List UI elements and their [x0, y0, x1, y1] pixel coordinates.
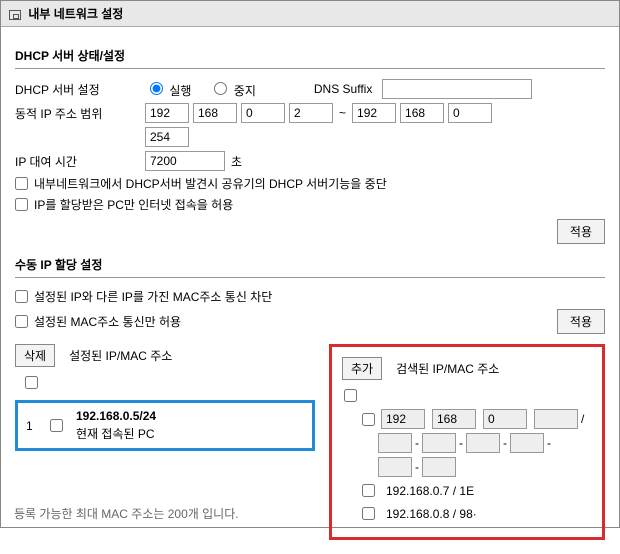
- page-title: 내부 네트워크 설정: [28, 7, 123, 21]
- label-lease-time: IP 대여 시간: [15, 153, 145, 170]
- row-checkbox[interactable]: [50, 419, 63, 432]
- title-bar: 내부 네트워크 설정: [1, 1, 619, 27]
- label-seconds: 초: [231, 153, 242, 170]
- label-dhcp-server: DHCP 서버 설정: [15, 81, 145, 98]
- configured-header: 설정된 IP/MAC 주소: [69, 347, 172, 364]
- apply-button-2[interactable]: 적용: [557, 309, 605, 334]
- chk-allow-only-dhcp[interactable]: [15, 198, 28, 211]
- discovered-panel: 추가 검색된 IP/MAC 주소 / - -: [329, 344, 605, 540]
- range-end-3[interactable]: [145, 127, 189, 147]
- chk-allow-only-dhcp-label: IP를 할당받은 PC만 인터넷 접속을 허용: [34, 196, 233, 213]
- mac-2[interactable]: [466, 433, 500, 453]
- found-row-1[interactable]: 192.168.0.8 / 98·: [358, 504, 592, 523]
- range-start-0[interactable]: [145, 103, 189, 123]
- add-button[interactable]: 추가: [342, 357, 382, 380]
- label-dns-suffix: DNS Suffix: [314, 82, 372, 96]
- mac-4[interactable]: [378, 457, 412, 477]
- chk-allow-only-mac-label: 설정된 MAC주소 통신만 허용: [34, 313, 181, 330]
- input-dns-suffix[interactable]: [382, 79, 532, 99]
- section-manual-title: 수동 IP 할당 설정: [15, 256, 605, 278]
- row-ip: 192.168.0.5/24: [76, 409, 156, 423]
- found-check-0[interactable]: [362, 484, 375, 497]
- mac-3[interactable]: [510, 433, 544, 453]
- row-desc: 현재 접속된 PC: [76, 425, 156, 442]
- row-number: 1: [26, 419, 36, 433]
- discovered-header: 검색된 IP/MAC 주소: [396, 360, 499, 377]
- radio-stop[interactable]: [214, 82, 227, 95]
- search-ip-1[interactable]: [432, 409, 476, 429]
- range-start-2[interactable]: [241, 103, 285, 123]
- window-icon: [9, 10, 21, 20]
- chk-disable-on-discover[interactable]: [15, 177, 28, 190]
- chk-block-other-mac[interactable]: [15, 290, 28, 303]
- mac-0[interactable]: [378, 433, 412, 453]
- section-dhcp-title: DHCP 서버 상태/설정: [15, 47, 605, 69]
- chk-block-other-mac-label: 설정된 IP와 다른 IP를 가진 MAC주소 통신 차단: [34, 288, 272, 305]
- new-entry-check[interactable]: [362, 413, 375, 426]
- range-end-0[interactable]: [352, 103, 396, 123]
- range-start-1[interactable]: [193, 103, 237, 123]
- found-text-0: 192.168.0.7 / 1E: [386, 484, 474, 498]
- selected-row[interactable]: 1 192.168.0.5/24 현재 접속된 PC: [15, 400, 315, 451]
- delete-button[interactable]: 삭제: [15, 344, 55, 367]
- slash: /: [581, 412, 584, 426]
- range-start-3[interactable]: [289, 103, 333, 123]
- search-ip-3[interactable]: [534, 409, 578, 429]
- search-ip-2[interactable]: [483, 409, 527, 429]
- found-row-0[interactable]: 192.168.0.7 / 1E: [358, 481, 592, 500]
- range-end-2[interactable]: [448, 103, 492, 123]
- radio-run[interactable]: [150, 82, 163, 95]
- discovered-select-all[interactable]: [344, 389, 357, 402]
- configured-select-all[interactable]: [25, 376, 38, 389]
- radio-run-wrap[interactable]: 실행: [145, 79, 191, 99]
- found-text-1: 192.168.0.8 / 98·: [386, 507, 477, 521]
- found-check-1[interactable]: [362, 507, 375, 520]
- label-dynamic-range: 동적 IP 주소 범위: [15, 105, 145, 122]
- radio-stop-wrap[interactable]: 중지: [209, 79, 255, 99]
- apply-button-1[interactable]: 적용: [557, 219, 605, 244]
- footer-note: 등록 가능한 최대 MAC 주소는 200개 입니다.: [14, 505, 239, 522]
- input-lease-time[interactable]: [145, 151, 225, 171]
- chk-disable-on-discover-label: 내부네트워크에서 DHCP서버 발견시 공유기의 DHCP 서버기능을 중단: [34, 175, 387, 192]
- mac-5[interactable]: [422, 457, 456, 477]
- chk-allow-only-mac[interactable]: [15, 315, 28, 328]
- range-end-1[interactable]: [400, 103, 444, 123]
- search-ip-0[interactable]: [381, 409, 425, 429]
- tilde: ~: [339, 106, 346, 120]
- mac-1[interactable]: [422, 433, 456, 453]
